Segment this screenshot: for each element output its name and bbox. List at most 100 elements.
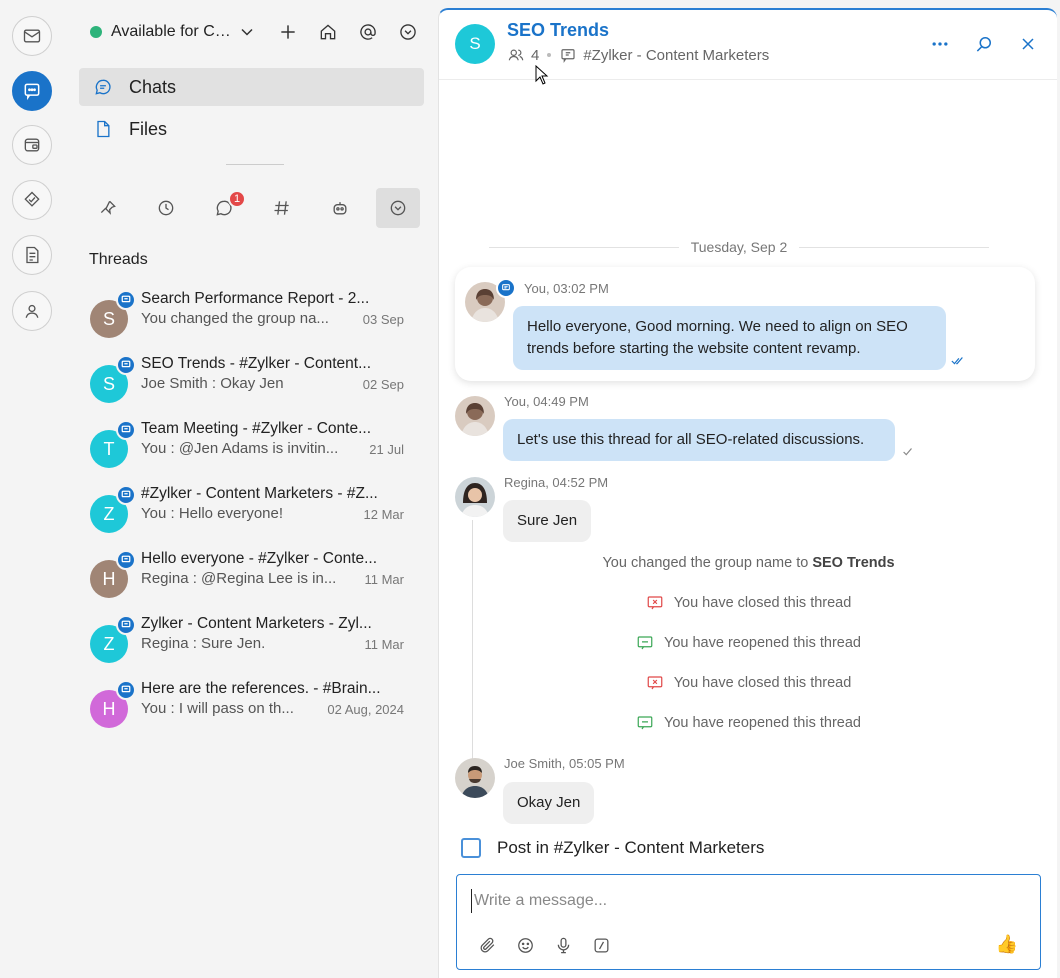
thread-preview: Regina : Sure Jen. [141,635,266,652]
post-in-label: Post in #Zylker - Content Marketers [497,838,765,857]
message-input[interactable] [471,889,1011,913]
search-icon[interactable] [972,32,996,56]
nav-files[interactable]: Files [79,110,424,148]
message-bubble[interactable]: Sure Jen [503,500,592,542]
member-count[interactable]: 4 [531,47,539,64]
read-receipt-icon [951,357,963,365]
thread-date: 11 Mar [364,572,405,587]
system-message-rename: You changed the group name to SEO Trends [439,555,1057,571]
system-message-closed: You have closed this thread [439,594,1057,612]
thread-reopened-icon [637,716,653,730]
app-rail [0,0,64,978]
attach-icon[interactable] [477,935,497,955]
tasks-icon[interactable] [12,180,52,220]
thread-icon [116,615,136,635]
thread-title: Search Performance Report - 2... [141,290,370,307]
bot-icon[interactable] [318,188,362,228]
thumbs-up-icon[interactable]: 👍 [996,934,1018,955]
clock-icon[interactable] [144,188,188,228]
plus-icon[interactable] [276,20,300,44]
file-icon [97,120,110,138]
emoji-icon[interactable] [515,935,535,955]
sent-tick-icon [903,448,912,456]
panel-toolbar [276,20,420,44]
workspace-icon[interactable] [12,125,52,165]
post-in-checkbox[interactable] [461,838,481,858]
thread-icon [116,290,136,310]
chat-window: S SEO Trends 4 #Zylker - Content Markete… [438,8,1057,978]
thread-icon [116,420,136,440]
channel-icon [561,49,575,63]
avatar-you[interactable] [455,396,495,436]
thread-date: 21 Jul [369,442,404,457]
thread-date: 02 Sep [362,377,404,392]
avatar-regina[interactable] [455,477,495,517]
notes-icon[interactable] [12,235,52,275]
system-event-text: You have reopened this thread [664,635,861,651]
contacts-icon[interactable] [12,291,52,331]
message-bubble[interactable]: Let's use this thread for all SEO-relate… [503,419,895,461]
threads-filter[interactable]: 1 [202,188,246,228]
thread-preview: You changed the group na... [141,310,329,327]
chat-avatar: S [455,24,495,64]
thread-item[interactable]: H Hello everyone - #Zylker - Conte... Regi… [88,550,408,606]
close-icon[interactable] [1016,32,1040,56]
microphone-icon[interactable] [553,935,573,955]
more-icon[interactable] [928,32,952,56]
home-icon[interactable] [316,20,340,44]
thread-date: 02 Aug, 2024 [327,702,404,717]
status-dot [90,26,102,38]
avatar-joe-smith[interactable] [455,758,495,798]
thread-item[interactable]: T Team Meeting - #Zylker - Conte... You : … [88,420,408,476]
system-message-closed: You have closed this thread [439,674,1057,692]
chevron-down-icon [241,28,253,36]
thread-title: Here are the references. - #Brain... [141,680,381,697]
chevron-circle-icon[interactable] [396,20,420,44]
thread-item[interactable]: S Search Performance Report - 2... You cha… [88,290,408,346]
thread-date: 11 Mar [364,637,405,652]
mention-icon[interactable] [356,20,380,44]
composer-toolbar [477,935,611,955]
thread-preview: You : Hello everyone! [141,505,284,522]
header-actions [928,32,1040,56]
pin-icon[interactable] [86,188,130,228]
thread-date: 12 Mar [363,507,404,522]
threads-section-title: Threads [89,251,148,268]
thread-item[interactable]: Z #Zylker - Content Marketers - #Z... You … [88,485,408,541]
message-composer: 👍 [456,874,1041,970]
thread-date: 03 Sep [362,312,404,327]
unread-badge: 1 [228,190,246,208]
slash-command-icon[interactable] [591,935,611,955]
thread-title: SEO Trends - #Zylker - Content... [141,355,371,372]
parent-channel[interactable]: #Zylker - Content Marketers [583,47,769,64]
message-bubble[interactable]: Hello everyone, Good morning. We need to… [513,306,946,370]
thread-item[interactable]: S SEO Trends - #Zylker - Content... Joe Sm… [88,355,408,411]
status-selector[interactable]: Available for Chat [90,18,257,46]
system-event-text: You have reopened this thread [664,715,861,731]
post-in-channel[interactable]: Post in #Zylker - Content Marketers [461,838,764,858]
nav-chats[interactable]: Chats [79,68,424,106]
chat-icon[interactable] [12,71,52,111]
thread-item[interactable]: Z Zylker - Content Marketers - Zyl... Regi… [88,615,408,671]
nav-files-label: Files [129,118,168,139]
message-meta: Regina, 04:52 PM [504,475,609,490]
thread-preview: Regina : @Regina Lee is in... [141,570,337,587]
members-icon[interactable] [507,46,525,64]
thread-icon [116,485,136,505]
chat-header: S SEO Trends 4 #Zylker - Content Markete… [439,10,1057,85]
mail-icon[interactable] [12,16,52,56]
system-message-reopened: You have reopened this thread [439,634,1057,652]
thread-preview: Joe Smith : Okay Jen [141,375,284,392]
more-filters-icon[interactable] [376,188,420,228]
thread-title: Team Meeting - #Zylker - Conte... [141,420,371,437]
chat-bubble-icon [95,79,111,95]
thread-item[interactable]: H Here are the references. - #Brain... You… [88,680,408,736]
chat-title[interactable]: SEO Trends [507,20,609,41]
thread-title: Zylker - Content Marketers - Zyl... [141,615,372,632]
message-bubble[interactable]: Okay Jen [503,782,595,824]
hash-icon[interactable] [260,188,304,228]
message-meta: You, 03:02 PM [524,281,609,296]
thread-title: #Zylker - Content Marketers - #Z... [141,485,378,502]
message-meta: Joe Smith, 05:05 PM [504,756,625,771]
thread-closed-icon [647,596,663,610]
